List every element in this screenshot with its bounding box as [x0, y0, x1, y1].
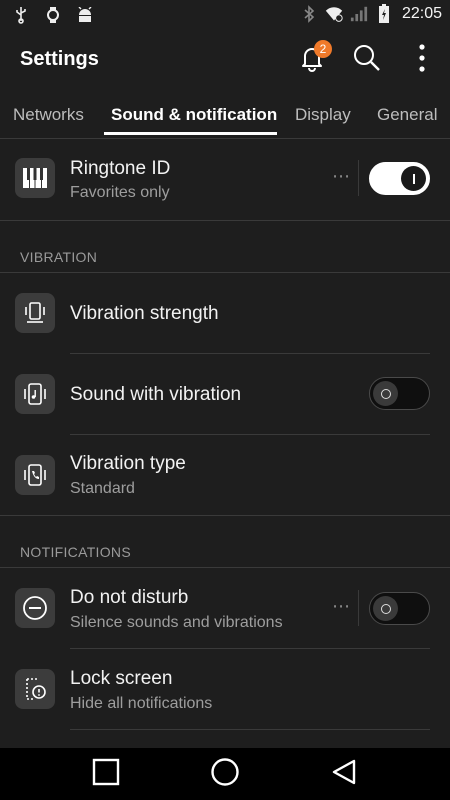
back-button[interactable] — [324, 754, 364, 794]
more-dots-icon[interactable]: ⋯ — [332, 596, 351, 617]
active-tab-indicator — [104, 132, 277, 135]
tab-bar: Networks Sound & notification Display Ge… — [0, 88, 450, 138]
back-triangle-icon — [330, 758, 358, 791]
music-vibrate-icon — [15, 374, 55, 414]
divider — [0, 515, 450, 516]
vibration-strength-title: Vibration strength — [70, 303, 219, 324]
sound-with-vibration-toggle[interactable] — [369, 377, 430, 410]
navigation-bar — [0, 748, 450, 800]
lock-screen-row[interactable]: Lock screen Hide all notifications — [0, 649, 450, 729]
vertical-divider — [358, 590, 359, 626]
lock-screen-subtitle: Hide all notifications — [70, 695, 213, 712]
android-icon — [76, 6, 94, 24]
vibration-type-title: Vibration type — [70, 453, 186, 474]
phone-call-vibrate-icon — [15, 455, 55, 495]
notifications-button[interactable]: 2 — [292, 40, 332, 80]
do-not-disturb-subtitle: Silence sounds and vibrations — [70, 614, 283, 631]
more-options-button[interactable] — [402, 40, 442, 80]
section-header-vibration: VIBRATION — [20, 249, 98, 265]
tab-networks[interactable]: Networks — [13, 105, 84, 125]
toggle-knob — [401, 166, 426, 191]
vibrate-phone-icon — [15, 293, 55, 333]
do-not-disturb-toggle[interactable] — [369, 592, 430, 625]
ringtone-id-row[interactable]: Ringtone ID Favorites only ⋯ — [0, 138, 450, 220]
do-not-disturb-title: Do not disturb — [70, 587, 189, 608]
search-button[interactable] — [347, 40, 387, 80]
divider — [70, 729, 430, 730]
search-icon — [352, 43, 382, 78]
status-bar: 22:05 — [0, 0, 450, 32]
notification-count-badge: 2 — [314, 40, 332, 58]
vertical-divider — [358, 160, 359, 196]
bluetooth-icon — [300, 5, 318, 23]
vibration-strength-row[interactable]: Vibration strength — [0, 273, 450, 353]
lock-screen-title: Lock screen — [70, 668, 173, 689]
minus-circle-icon — [15, 588, 55, 628]
ringtone-id-toggle[interactable] — [369, 162, 430, 195]
sound-with-vibration-title: Sound with vibration — [70, 384, 242, 405]
usb-icon — [12, 6, 30, 24]
do-not-disturb-row[interactable]: Do not disturb Silence sounds and vibrat… — [0, 568, 450, 648]
ringtone-id-title: Ringtone ID — [70, 158, 171, 179]
toggle-knob — [373, 596, 398, 621]
wifi-icon — [325, 5, 343, 23]
toggle-knob — [373, 381, 398, 406]
sound-with-vibration-row[interactable]: Sound with vibration — [0, 354, 450, 434]
vibration-type-row[interactable]: Vibration type Standard — [0, 435, 450, 515]
more-dots-icon[interactable]: ⋯ — [332, 166, 351, 187]
recents-square-icon — [92, 758, 120, 791]
app-bar: Settings 2 — [0, 32, 450, 88]
page-title: Settings — [20, 48, 99, 70]
tab-display[interactable]: Display — [295, 105, 351, 125]
divider — [0, 220, 450, 221]
tab-sound-notification[interactable]: Sound & notification — [111, 105, 277, 125]
home-button[interactable] — [205, 754, 245, 794]
lock-screen-alert-icon — [15, 669, 55, 709]
home-circle-icon — [210, 757, 240, 792]
tab-general[interactable]: General — [377, 105, 437, 125]
signal-icon — [350, 5, 368, 23]
battery-icon — [375, 4, 393, 23]
watch-icon — [44, 6, 62, 24]
section-header-notifications: NOTIFICATIONS — [20, 544, 131, 560]
piano-keys-icon — [15, 158, 55, 198]
status-time: 22:05 — [401, 5, 442, 22]
ringtone-id-subtitle: Favorites only — [70, 184, 170, 201]
recents-button[interactable] — [86, 754, 126, 794]
vibration-type-subtitle: Standard — [70, 480, 135, 497]
more-vert-icon — [418, 43, 426, 77]
